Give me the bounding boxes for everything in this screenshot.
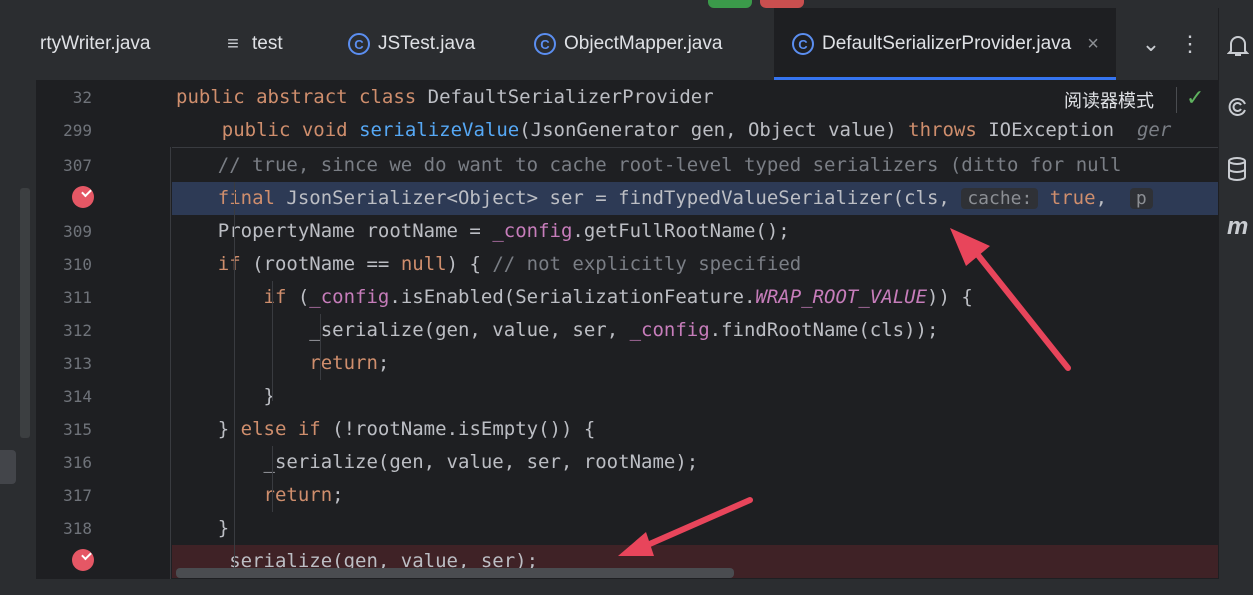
arrow-annotation	[950, 228, 1071, 371]
arrow-annotation	[618, 497, 753, 556]
annotation-arrows	[618, 228, 1071, 556]
